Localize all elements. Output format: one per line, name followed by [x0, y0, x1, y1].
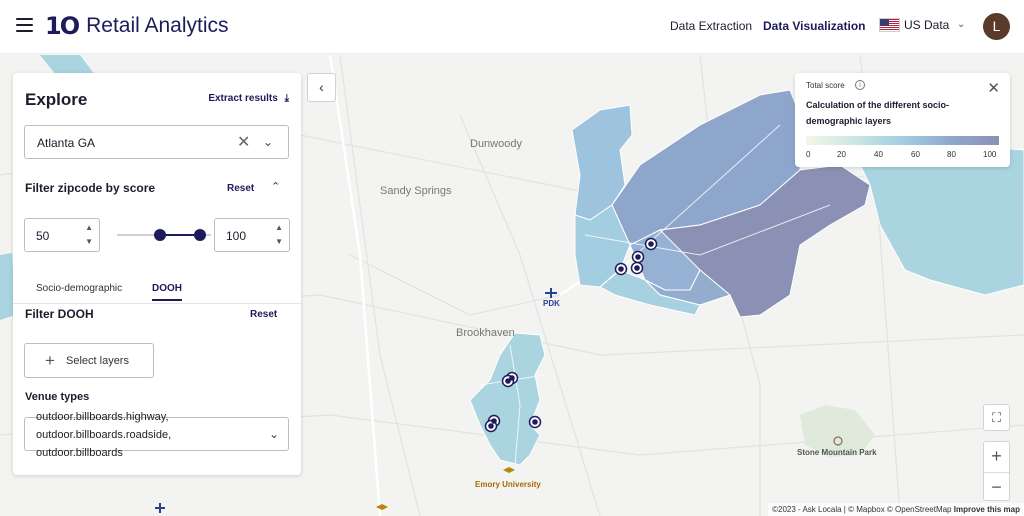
select-layers-label: Select layers	[66, 355, 129, 367]
app-logo[interactable]: 1O Retail Analytics	[45, 12, 229, 40]
zoom-out-button[interactable]: −	[984, 472, 1009, 502]
map-label-brookhaven: Brookhaven	[456, 327, 515, 339]
filter-zipcode-title: Filter zipcode by score	[25, 181, 156, 195]
hamburger-icon[interactable]	[16, 18, 33, 32]
map-attribution: ©2023 - Ask Locala | © Mapbox © OpenStre…	[768, 503, 1024, 516]
map-label-sandy-springs: Sandy Springs	[380, 185, 452, 197]
tab-socio-demographic[interactable]: Socio-demographic	[36, 283, 122, 294]
logo-mark: 1O	[45, 12, 80, 40]
nav-data-visualization[interactable]: Data Visualization	[763, 19, 865, 33]
location-value: Atlanta GA	[37, 136, 96, 150]
fullscreen-icon[interactable]: ⛶	[983, 404, 1010, 431]
score-max-handle[interactable]	[194, 229, 206, 241]
zoom-control: + −	[983, 441, 1010, 501]
nav-data-extraction[interactable]: Data Extraction	[670, 19, 752, 33]
legend-gradient-bar	[806, 136, 999, 145]
chevron-down-icon[interactable]: ▼	[275, 237, 283, 246]
tab-dooh[interactable]: DOOH	[152, 283, 182, 301]
extract-results-label: Extract results	[208, 93, 278, 104]
top-bar: 1O Retail Analytics Data Extraction Data…	[0, 0, 1024, 54]
legend-tick: 40	[874, 150, 883, 159]
legend-tick: 0	[806, 150, 811, 159]
legend-tick: 80	[947, 150, 956, 159]
download-icon: ⤓	[284, 93, 289, 104]
app-name: Retail Analytics	[86, 14, 229, 37]
chevron-up-icon[interactable]: ▲	[275, 223, 283, 232]
location-select[interactable]: Atlanta GA ✕ ⌄	[24, 125, 289, 159]
chevron-down-icon[interactable]: ⌄	[263, 135, 273, 149]
reset-score-button[interactable]: Reset	[227, 183, 254, 194]
collapse-panel-button[interactable]: ‹	[307, 73, 336, 102]
region-selector[interactable]: US Data	[904, 18, 949, 32]
explore-panel: Explore Extract results ⤓ Atlanta GA ✕ ⌄…	[13, 73, 301, 475]
attribution-text: ©2023 - Ask Locala | © Mapbox © OpenStre…	[772, 505, 952, 514]
us-flag-icon[interactable]	[879, 18, 900, 32]
filter-dooh-title: Filter DOOH	[25, 307, 94, 321]
venue-types-label: Venue types	[25, 391, 90, 403]
score-max-value: 100	[226, 229, 247, 243]
close-icon[interactable]: ✕	[987, 79, 1000, 97]
score-legend: Total score i ✕ Calculation of the diffe…	[795, 73, 1010, 167]
map-label-stone-mountain: Stone Mountain Park	[797, 448, 877, 457]
score-min-handle[interactable]	[154, 229, 166, 241]
select-layers-button[interactable]: + Select layers	[24, 343, 154, 378]
map-label-pdk: PDK	[543, 299, 560, 308]
close-icon[interactable]: ✕	[237, 132, 250, 152]
improve-map-link[interactable]: Improve this map	[954, 505, 1020, 514]
legend-tick: 20	[837, 150, 846, 159]
chevron-down-icon[interactable]: ▼	[85, 237, 93, 246]
venue-types-value: outdoor.billboards.highway, outdoor.bill…	[36, 411, 172, 459]
map-label-emory: Emory University	[475, 480, 541, 489]
chevron-up-icon[interactable]: ⌃	[271, 180, 280, 193]
avatar[interactable]: L	[983, 13, 1010, 40]
extract-results-button[interactable]: Extract results ⤓	[208, 93, 289, 104]
score-min-value: 50	[36, 229, 50, 243]
info-icon[interactable]: i	[855, 80, 865, 90]
chevron-down-icon[interactable]: ⌄	[957, 19, 965, 30]
map-label-dunwoody: Dunwoody	[470, 138, 522, 150]
legend-title: Total score	[806, 81, 845, 90]
plus-icon: +	[45, 351, 55, 370]
score-min-stepper[interactable]: 50 ▲ ▼	[24, 218, 100, 252]
score-max-stepper[interactable]: 100 ▲ ▼	[214, 218, 290, 252]
legend-tick: 100	[983, 150, 997, 159]
zoom-in-button[interactable]: +	[984, 442, 1009, 472]
panel-title: Explore	[25, 90, 88, 109]
tab-divider	[13, 303, 301, 304]
chevron-up-icon[interactable]: ▲	[85, 223, 93, 232]
chevron-left-icon: ‹	[319, 79, 324, 95]
legend-tick: 60	[911, 150, 920, 159]
chevron-down-icon[interactable]: ⌄	[269, 427, 279, 441]
legend-description: Calculation of the different socio-demog…	[806, 100, 950, 126]
reset-dooh-button[interactable]: Reset	[250, 309, 277, 320]
